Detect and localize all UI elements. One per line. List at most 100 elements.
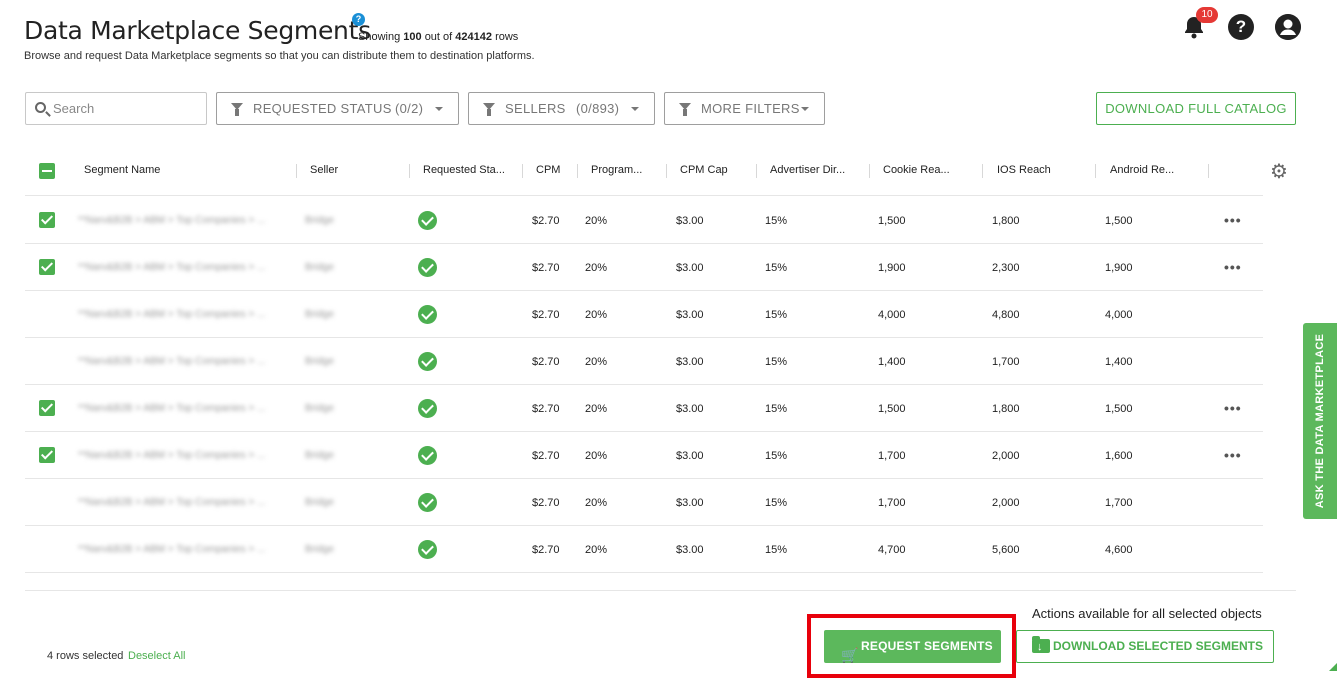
col-header-advertiser-direct[interactable]: Advertiser Dir... [770, 164, 845, 176]
column-divider[interactable] [522, 164, 523, 178]
more-options-icon[interactable]: ••• [1224, 259, 1242, 275]
row-checkbox[interactable] [39, 447, 55, 463]
cell-advertiser-direct: 15% [765, 309, 788, 321]
requested-status-filter[interactable]: REQUESTED STATUS (0/2) [216, 92, 459, 125]
column-divider[interactable] [1095, 164, 1096, 178]
cell-seller: Bridge [305, 403, 334, 414]
more-options-icon[interactable]: ••• [1224, 212, 1242, 228]
cell-segment-name[interactable]: **Narv&B2B > ABM > Top Companies > ... [78, 262, 265, 273]
ask-data-marketplace-tab[interactable]: ASK THE DATA MARKETPLACE [1303, 323, 1337, 519]
cell-cpm: $2.70 [532, 309, 560, 321]
cell-seller: Bridge [305, 497, 334, 508]
cell-ios-reach: 2,000 [992, 450, 1020, 462]
col-header-requested-status[interactable]: Requested Sta... [423, 164, 505, 176]
col-header-ios-reach[interactable]: IOS Reach [997, 164, 1051, 176]
deselect-all-link[interactable]: Deselect All [128, 650, 185, 662]
filter-label: REQUESTED STATUS [253, 101, 392, 116]
cell-advertiser-direct: 15% [765, 262, 788, 274]
user-account-icon[interactable] [1275, 14, 1301, 40]
footer-divider [25, 590, 1296, 591]
table-row[interactable]: **Narv&B2B > ABM > Top Companies > ... Br… [25, 385, 1263, 432]
check-circle-icon [418, 540, 437, 559]
cell-segment-name[interactable]: **Narv&B2B > ABM > Top Companies > ... [78, 450, 265, 461]
cell-android-reach: 4,000 [1105, 309, 1133, 321]
column-divider[interactable] [756, 164, 757, 178]
sellers-filter[interactable]: SELLERS (0/893) [468, 92, 655, 125]
cell-seller: Bridge [305, 215, 334, 226]
cell-programmatic: 20% [585, 403, 608, 415]
cell-android-reach: 1,900 [1105, 262, 1133, 274]
row-checkbox[interactable] [39, 212, 55, 228]
cell-cookie-reach: 4,700 [878, 544, 906, 556]
download-selected-segments-button[interactable]: DOWNLOAD SELECTED SEGMENTS [1016, 630, 1274, 663]
download-selected-label: DOWNLOAD SELECTED SEGMENTS [1053, 639, 1264, 653]
column-divider[interactable] [296, 164, 297, 178]
help-icon[interactable]: ? [1228, 14, 1254, 40]
cell-ios-reach: 1,700 [992, 356, 1020, 368]
cell-cpm: $2.70 [532, 262, 560, 274]
cell-segment-name[interactable]: **Narv&B2B > ABM > Top Companies > ... [78, 309, 265, 320]
showing-prefix: Showing [358, 31, 401, 43]
column-divider[interactable] [666, 164, 667, 178]
col-header-cpm-cap[interactable]: CPM Cap [680, 164, 728, 176]
more-options-icon[interactable]: ••• [1224, 400, 1242, 416]
notification-count-badge: 10 [1196, 7, 1218, 23]
showing-count: 100 [403, 31, 422, 43]
cell-android-reach: 1,400 [1105, 356, 1133, 368]
table-header: Segment Name Seller Requested Sta... CPM… [25, 148, 1288, 196]
table-row[interactable]: **Narv&B2B > ABM > Top Companies > ... Br… [25, 479, 1263, 526]
col-header-cpm[interactable]: CPM [536, 164, 560, 176]
check-circle-icon [418, 211, 437, 230]
cell-cpm-cap: $3.00 [676, 356, 704, 368]
cell-advertiser-direct: 15% [765, 356, 788, 368]
filter-funnel-icon [231, 103, 243, 116]
column-divider[interactable] [409, 164, 410, 178]
help-tooltip-icon[interactable]: ? [352, 13, 365, 26]
col-header-segment-name[interactable]: Segment Name [84, 164, 160, 176]
row-checkbox[interactable] [39, 259, 55, 275]
highlight-box [807, 614, 1016, 678]
table-row[interactable]: **Narv&B2B > ABM > Top Companies > ... Br… [25, 432, 1263, 479]
row-checkbox[interactable] [39, 400, 55, 416]
cell-cpm-cap: $3.00 [676, 497, 704, 509]
cell-cookie-reach: 4,000 [878, 309, 906, 321]
col-header-seller[interactable]: Seller [310, 164, 338, 176]
more-options-icon[interactable]: ••• [1224, 447, 1242, 463]
column-divider[interactable] [982, 164, 983, 178]
table-row[interactable]: **Narv&B2B > ABM > Top Companies > ... Br… [25, 244, 1263, 291]
cell-segment-name[interactable]: **Narv&B2B > ABM > Top Companies > ... [78, 215, 265, 226]
table-row[interactable]: **Narv&B2B > ABM > Top Companies > ... Br… [25, 526, 1263, 573]
cell-android-reach: 1,500 [1105, 215, 1133, 227]
cell-cookie-reach: 1,500 [878, 215, 906, 227]
column-divider[interactable] [577, 164, 578, 178]
gear-icon[interactable]: ⚙ [1270, 159, 1288, 184]
more-filters-button[interactable]: MORE FILTERS [664, 92, 825, 125]
table-row[interactable]: **Narv&B2B > ABM > Top Companies > ... Br… [25, 291, 1263, 338]
cell-seller: Bridge [305, 356, 334, 367]
column-divider[interactable] [869, 164, 870, 178]
search-input[interactable] [53, 101, 198, 116]
cell-advertiser-direct: 15% [765, 403, 788, 415]
cell-segment-name[interactable]: **Narv&B2B > ABM > Top Companies > ... [78, 403, 265, 414]
cell-segment-name[interactable]: **Narv&B2B > ABM > Top Companies > ... [78, 356, 265, 367]
cell-programmatic: 20% [585, 450, 608, 462]
filter-count: (0/2) [395, 101, 424, 116]
cell-segment-name[interactable]: **Narv&B2B > ABM > Top Companies > ... [78, 544, 265, 555]
col-header-cookie-reach[interactable]: Cookie Rea... [883, 164, 950, 176]
download-full-catalog-button[interactable]: DOWNLOAD FULL CATALOG [1096, 92, 1296, 125]
filter-funnel-icon [483, 103, 495, 116]
corner-resize-handle [1329, 663, 1337, 671]
ask-tab-label: ASK THE DATA MARKETPLACE [1314, 333, 1326, 509]
col-header-android-reach[interactable]: Android Re... [1110, 164, 1174, 176]
search-box[interactable] [25, 92, 207, 125]
table-row[interactable]: **Narv&B2B > ABM > Top Companies > ... Br… [25, 338, 1263, 385]
table-row[interactable]: **Narv&B2B > ABM > Top Companies > ... Br… [25, 197, 1263, 244]
select-all-checkbox[interactable] [39, 163, 55, 179]
cell-cpm: $2.70 [532, 544, 560, 556]
check-circle-icon [418, 352, 437, 371]
column-divider[interactable] [1208, 164, 1209, 178]
col-header-programmatic[interactable]: Program... [591, 164, 642, 176]
search-icon [35, 102, 46, 113]
filter-funnel-icon [679, 103, 691, 116]
cell-segment-name[interactable]: **Narv&B2B > ABM > Top Companies > ... [78, 497, 265, 508]
